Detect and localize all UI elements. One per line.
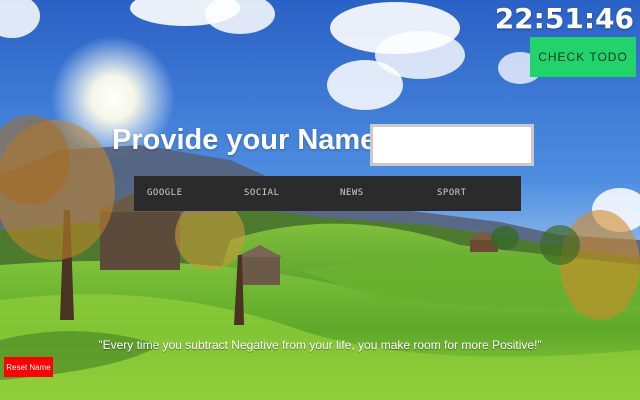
reset-name-button[interactable]: Reset Name bbox=[4, 357, 53, 377]
check-todo-button[interactable]: CHECK TODO bbox=[530, 37, 636, 77]
nav-bar: GOOGLE SOCIAL NEWS SPORT bbox=[134, 176, 521, 211]
nav-link-google[interactable]: GOOGLE bbox=[147, 176, 183, 211]
nav-link-sport[interactable]: SPORT bbox=[437, 176, 467, 211]
nav-link-news[interactable]: NEWS bbox=[340, 176, 364, 211]
name-prompt-label: Provide your Name : bbox=[112, 124, 395, 156]
motivational-quote: "Every time you subtract Negative from y… bbox=[98, 338, 542, 352]
nav-link-social[interactable]: SOCIAL bbox=[244, 176, 280, 211]
clock: 22:51:46 bbox=[494, 2, 634, 35]
name-input[interactable] bbox=[370, 124, 534, 166]
